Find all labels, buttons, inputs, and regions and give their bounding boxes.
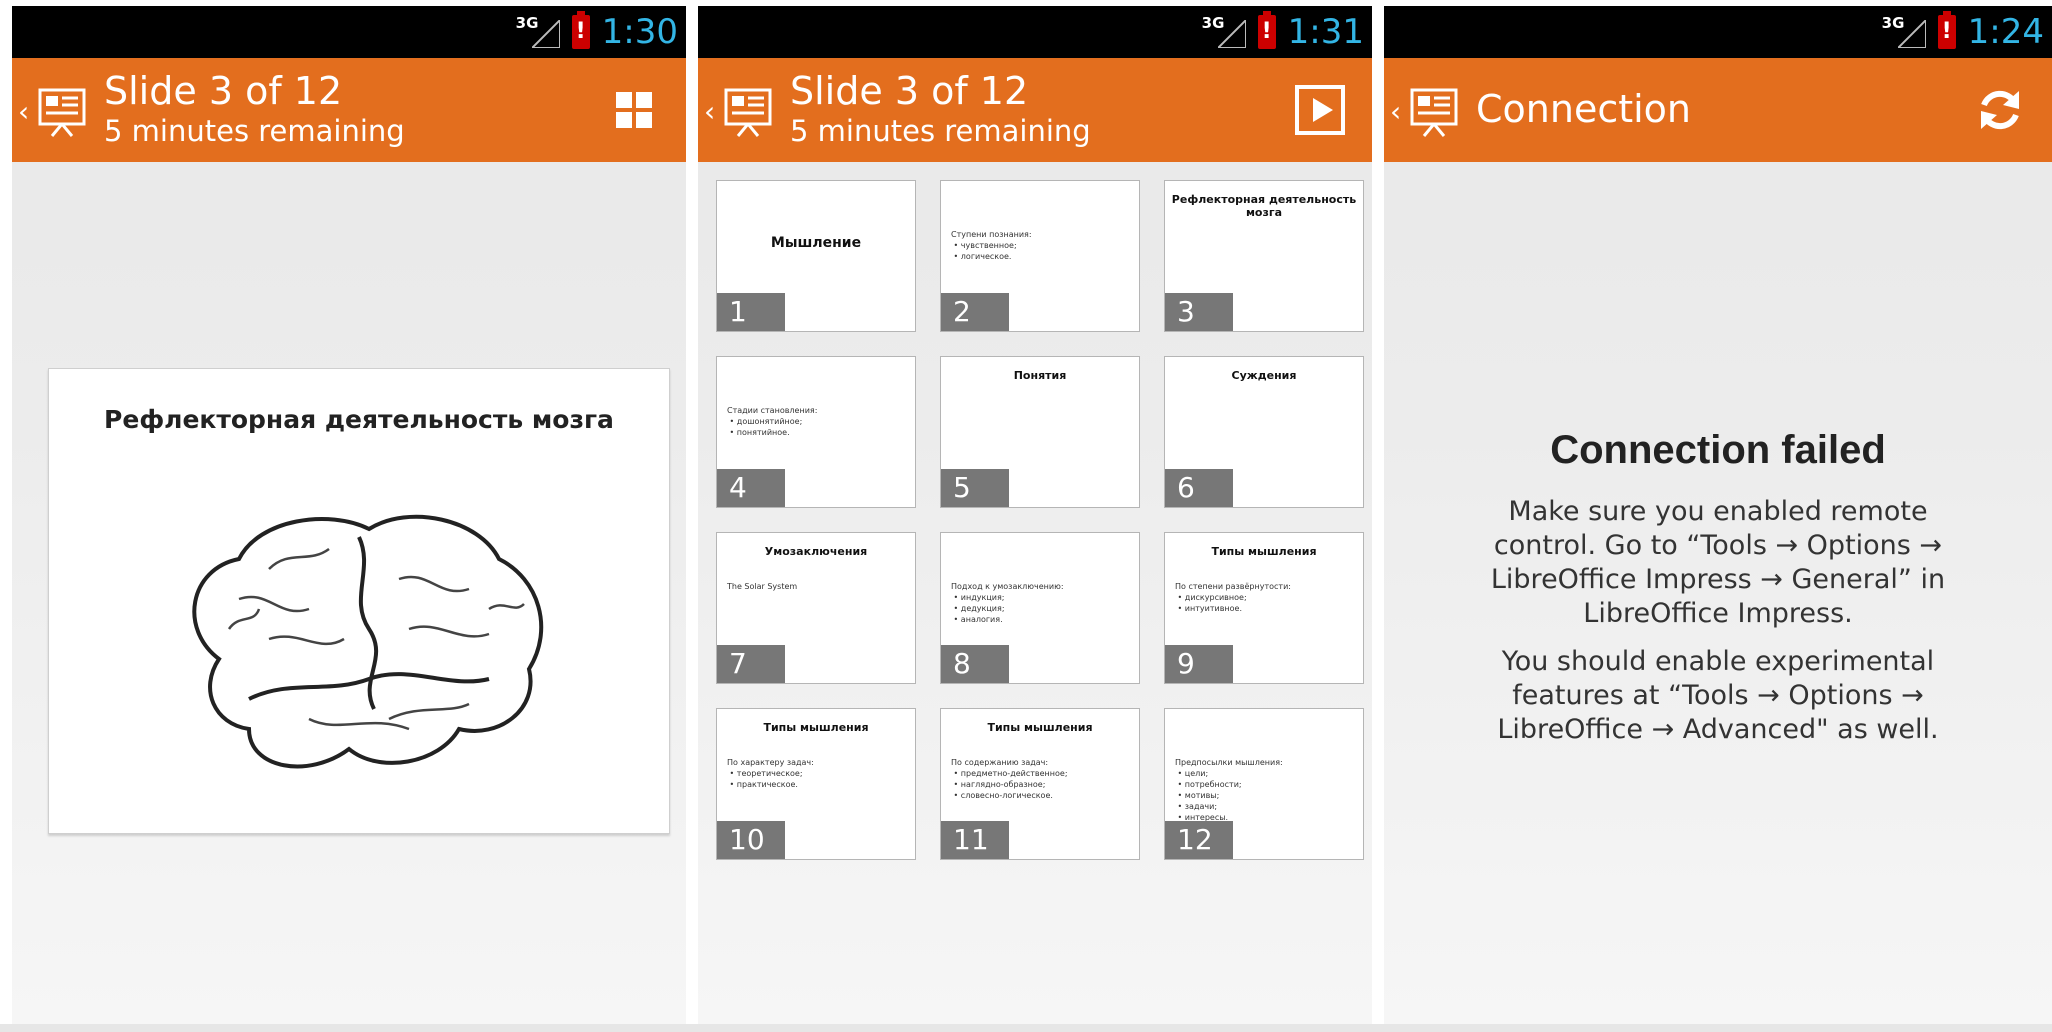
current-slide-title: Рефлекторная деятельность мозга: [104, 405, 614, 434]
slide-number: 12: [1165, 821, 1233, 859]
slide-thumbnail-text: По характеру задач: • теоретическое; • п…: [727, 758, 814, 789]
slide-thumbnail[interactable]: Рефлекторная деятельность мозга 3: [1164, 180, 1364, 332]
play-button[interactable]: [1292, 82, 1348, 138]
slide-thumbnail-title: Умозаключения: [764, 545, 868, 558]
slide-thumbnail-text: Предпосылки мышления: • цели; • потребно…: [1175, 758, 1283, 822]
refresh-button[interactable]: [1972, 82, 2028, 138]
error-message-remote-control: Make sure you enabled remote control. Go…: [1490, 496, 1946, 629]
action-bar: ‹ Connection: [1384, 58, 2052, 162]
status-bar: 3G ! 1:24: [1384, 6, 2052, 58]
brain-illustration: [192, 514, 544, 769]
slide-show-screen: 3G ! 1:30 ‹ Slide 3 of 12 5 minutes rema…: [12, 6, 686, 1032]
presentation-app-icon[interactable]: [32, 84, 88, 140]
slide-thumbnail-text: Ступени познания: • чувственное; • логич…: [951, 230, 1032, 261]
slide-thumbnail-text: По содержанию задач: • предметно-действе…: [951, 758, 1068, 800]
slide-thumbnail-title: Понятия: [1013, 369, 1067, 382]
current-slide-preview[interactable]: Рефлекторная деятельность мозга: [48, 368, 670, 834]
grid-view-button[interactable]: [606, 82, 662, 138]
slide-thumbnail[interactable]: Суждения 6: [1164, 356, 1364, 508]
slide-thumbnail[interactable]: Типы мышления По характеру задач: • теоре…: [716, 708, 916, 860]
status-clock: 1:30: [601, 12, 678, 52]
time-remaining: 5 minutes remaining: [104, 114, 405, 148]
slide-thumbnail[interactable]: Понятия 5: [940, 356, 1140, 508]
slide-thumbnail-text: The Solar System: [727, 582, 798, 591]
slide-thumbnail-text: Стадии становления: • дошонятийное; • по…: [727, 406, 818, 437]
slide-thumbnail[interactable]: Умозаключения The Solar System 7: [716, 532, 916, 684]
connection-error: Connection failed Make sure you enabled …: [1384, 428, 2052, 761]
up-caret-icon[interactable]: ‹: [1390, 98, 1401, 126]
slide-number: 6: [1165, 469, 1233, 507]
slide-thumbnail-title: Типы мышления: [1211, 545, 1317, 558]
action-bar-title: Connection: [1476, 87, 1692, 131]
connection-screen: 3G ! 1:24 ‹ Connection Connection failed…: [1384, 6, 2052, 1032]
play-icon: [1295, 85, 1345, 135]
action-bar: ‹ Slide 3 of 12 5 minutes remaining: [12, 58, 686, 162]
slide-thumbnail-title: Типы мышления: [763, 721, 869, 734]
slide-thumbnail-title: Мышление: [770, 235, 862, 251]
signal-icon: 3G: [516, 12, 560, 52]
slide-number: 10: [717, 821, 785, 859]
time-remaining: 5 minutes remaining: [790, 114, 1091, 148]
status-bar: 3G ! 1:31: [698, 6, 1372, 58]
presentation-app-icon[interactable]: [1404, 84, 1460, 140]
slide-counter: Slide 3 of 12: [790, 69, 1029, 113]
slide-number: 4: [717, 469, 785, 507]
action-bar-titles: Slide 3 of 12 5 minutes remaining: [104, 68, 405, 148]
grid-icon: [616, 92, 652, 128]
bottom-divider: [0, 1024, 2052, 1032]
slide-number: 2: [941, 293, 1009, 331]
signal-icon: 3G: [1202, 12, 1246, 52]
slide-thumbnail[interactable]: Типы мышления По степени развёрнутости: •…: [1164, 532, 1364, 684]
status-bar: 3G ! 1:30: [12, 6, 686, 58]
refresh-icon: [1981, 90, 2019, 130]
slide-grid-screen: 3G ! 1:31 ‹ Slide 3 of 12 5 minutes rema…: [698, 6, 1372, 1032]
slide-thumbnail-title: Суждения: [1231, 369, 1297, 382]
action-bar-titles: Slide 3 of 12 5 minutes remaining: [790, 68, 1091, 148]
slide-thumbnail[interactable]: Типы мышления По содержанию задач: • пред…: [940, 708, 1140, 860]
up-caret-icon[interactable]: ‹: [704, 98, 715, 126]
slide-thumbnail[interactable]: Подход к умозаключению: • индукция; • де…: [940, 532, 1140, 684]
up-caret-icon[interactable]: ‹: [18, 98, 29, 126]
status-clock: 1:24: [1967, 12, 2044, 52]
error-title: Connection failed: [1550, 428, 1886, 472]
slide-number: 3: [1165, 293, 1233, 331]
slide-thumbnail[interactable]: Ступени познания: • чувственное; • логич…: [940, 180, 1140, 332]
slide-number: 11: [941, 821, 1009, 859]
status-clock: 1:31: [1287, 12, 1364, 52]
error-message-experimental: You should enable experimental features …: [1497, 646, 1939, 745]
battery-icon: !: [1257, 11, 1276, 49]
slide-number: 9: [1165, 645, 1233, 683]
action-bar: ‹ Slide 3 of 12 5 minutes remaining: [698, 58, 1372, 162]
slide-number: 5: [941, 469, 1009, 507]
slide-number: 1: [717, 293, 785, 331]
slide-number: 7: [717, 645, 785, 683]
presentation-app-icon[interactable]: [718, 84, 774, 140]
slide-thumbnail[interactable]: Мышление 1: [716, 180, 916, 332]
battery-icon: !: [571, 11, 590, 49]
signal-icon: 3G: [1882, 12, 1926, 52]
slide-thumbnail-title: Типы мышления: [987, 721, 1093, 734]
slide-thumbnail-text: Подход к умозаключению: • индукция; • де…: [951, 582, 1064, 624]
slide-thumbnail-text: По степени развёрнутости: • дискурсивное…: [1175, 582, 1291, 613]
slide-number: 8: [941, 645, 1009, 683]
slide-thumbnail[interactable]: Предпосылки мышления: • цели; • потребно…: [1164, 708, 1364, 860]
slide-thumbnail-title: Рефлекторная деятельность мозга: [1171, 193, 1357, 219]
battery-icon: !: [1937, 11, 1956, 49]
slide-thumbnail[interactable]: Стадии становления: • дошонятийное; • по…: [716, 356, 916, 508]
slide-counter: Slide 3 of 12: [104, 69, 343, 113]
